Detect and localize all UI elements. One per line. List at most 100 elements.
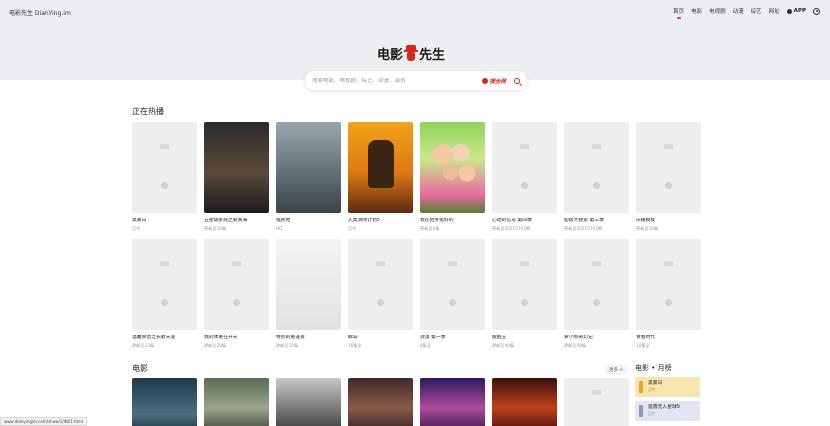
placeholder-logo-icon [660, 261, 677, 268]
search-icon[interactable] [514, 77, 520, 84]
movie-card[interactable]: 超级大搜索 第三季 更新至20210702期 [564, 122, 629, 231]
site-name[interactable]: 电影先生 DianYing.im [9, 8, 71, 17]
poster-placeholder[interactable] [636, 239, 701, 330]
card-title[interactable]: 人类清除计划5 [348, 218, 413, 224]
card-status: 正片 [348, 226, 357, 231]
poster-placeholder[interactable] [636, 122, 701, 213]
card-title[interactable]: 五星级卧底之寂寞海 [204, 218, 269, 224]
play-icon [665, 182, 672, 189]
card-title[interactable]: 萝小熊奇幻记 [564, 335, 629, 341]
movie-card[interactable]: 醒醒王 更新至40集 [492, 239, 557, 348]
nav-anime[interactable]: 动漫 [733, 7, 744, 15]
more-button[interactable]: 更多 > [604, 365, 629, 375]
placeholder-logo-icon [516, 144, 533, 151]
card-title[interactable]: 鲸岛 [348, 335, 413, 341]
nav-home[interactable]: 首页 [673, 7, 684, 19]
card-title[interactable]: 黑暴日 [132, 218, 197, 224]
movie-card[interactable]: 乐播模板 更新至16集 [636, 122, 701, 231]
movie-poster[interactable] [420, 378, 485, 426]
rank-badge [639, 405, 643, 417]
ranking-item[interactable]: 遗落无人星球9 正片 [635, 401, 700, 421]
movie-poster[interactable] [132, 378, 197, 426]
poster-image[interactable] [276, 122, 341, 213]
card-title[interactable]: 青春时代 [636, 335, 701, 341]
card-title[interactable]: 特别的重逢夜 [276, 335, 341, 341]
rank-badge [639, 381, 643, 393]
ranking-item[interactable]: 黑暴日 正片 [635, 377, 700, 397]
play-icon [521, 182, 528, 189]
movie-card[interactable]: 萝小熊奇幻记 更新至48集 [564, 239, 629, 348]
poster-image[interactable] [204, 122, 269, 213]
app-label: APP [793, 8, 806, 14]
placeholder-logo-icon [516, 261, 533, 268]
mascot-logo-icon [404, 45, 419, 61]
movie-card[interactable]: 浪漫 第一季 8集全 [420, 239, 485, 348]
nav-links[interactable]: 网址 [769, 7, 780, 15]
search-input[interactable] [312, 77, 483, 84]
card-status: 更新至40集 [492, 343, 515, 348]
card-title[interactable]: 我的体重在升天 [204, 335, 269, 341]
poster-placeholder[interactable] [132, 122, 197, 213]
movie-card[interactable]: 温馨食谱之长歌天涯 更新至23集 [132, 239, 197, 348]
search-brand-label: 搜全网 [489, 78, 506, 85]
movie-card[interactable]: 黑暴日 正片 [132, 122, 197, 231]
card-status: 正片 [132, 226, 141, 231]
movie-card[interactable]: 我在他乡挺好的 更新至6集 [420, 122, 485, 231]
movie-card[interactable]: 我的体重在升天 更新至20集 [204, 239, 269, 348]
nav-variety[interactable]: 综艺 [751, 7, 762, 15]
card-title[interactable]: 乐播模板 [636, 218, 701, 224]
play-icon [593, 182, 600, 189]
movie-card[interactable]: 心动的信号 第四季 更新至20210702期 [492, 122, 557, 231]
movie-card[interactable]: 殖民地 HD [276, 122, 341, 231]
card-status: 更新至20210702期 [492, 226, 531, 231]
play-icon [233, 299, 240, 306]
card-title[interactable]: 超级大搜索 第三季 [564, 218, 629, 224]
poster-placeholder[interactable] [492, 122, 557, 213]
poster-placeholder[interactable] [564, 122, 629, 213]
search-bar: 搜全网 [305, 71, 527, 90]
search-brand-icon [482, 77, 489, 84]
movie-poster[interactable] [348, 378, 413, 426]
card-status: 更新至16集 [636, 226, 659, 231]
logo-text-left: 电影 [377, 47, 404, 63]
card-status: 更新至10集 [276, 343, 299, 348]
card-title[interactable]: 浪漫 第一季 [420, 335, 485, 341]
movie-card[interactable]: 青春时代 18集全 [636, 239, 701, 348]
card-status: 更新至6集 [420, 226, 440, 231]
card-status: 更新至20集 [204, 343, 227, 348]
movie-poster[interactable] [204, 378, 269, 426]
card-title[interactable]: 温馨食谱之长歌天涯 [132, 335, 197, 341]
placeholder-logo-icon [660, 144, 677, 151]
movie-poster-placeholder[interactable] [564, 378, 629, 426]
movie-card[interactable]: 鲸岛 16集全 [348, 239, 413, 348]
card-title[interactable]: 心动的信号 第四季 [492, 218, 557, 224]
movie-poster[interactable] [276, 378, 341, 426]
poster-image[interactable] [348, 122, 413, 213]
movie-card[interactable]: 人类清除计划5 正片 [348, 122, 413, 231]
play-icon [521, 299, 528, 306]
play-icon [593, 299, 600, 306]
poster-placeholder[interactable] [276, 239, 341, 330]
card-status: 16集全 [348, 343, 362, 348]
movie-poster[interactable] [492, 378, 557, 426]
card-title[interactable]: 我在他乡挺好的 [420, 218, 485, 224]
nav-movies[interactable]: 电影 [691, 7, 702, 15]
site-logo[interactable]: 电影 先生 [377, 43, 457, 63]
search-all-web-button[interactable]: 搜全网 [482, 77, 506, 85]
user-icon[interactable] [813, 7, 820, 15]
nav-tv[interactable]: 电视剧 [709, 7, 726, 15]
poster-placeholder[interactable] [132, 239, 197, 330]
app-button[interactable]: APP [786, 8, 806, 14]
poster-placeholder[interactable] [204, 239, 269, 330]
movie-card[interactable]: 五星级卧底之寂寞海 更新至16集 [204, 122, 269, 231]
poster-placeholder[interactable] [420, 239, 485, 330]
poster-image[interactable] [420, 122, 485, 213]
poster-placeholder[interactable] [348, 239, 413, 330]
poster-placeholder[interactable] [492, 239, 557, 330]
poster-placeholder[interactable] [564, 239, 629, 330]
placeholder-logo-icon [372, 261, 389, 268]
card-title[interactable]: 殖民地 [276, 218, 341, 224]
movie-card[interactable]: 特别的重逢夜 更新至10集 [276, 239, 341, 348]
card-title[interactable]: 醒醒王 [492, 335, 557, 341]
now-playing-title: 正在热播 [132, 107, 164, 116]
